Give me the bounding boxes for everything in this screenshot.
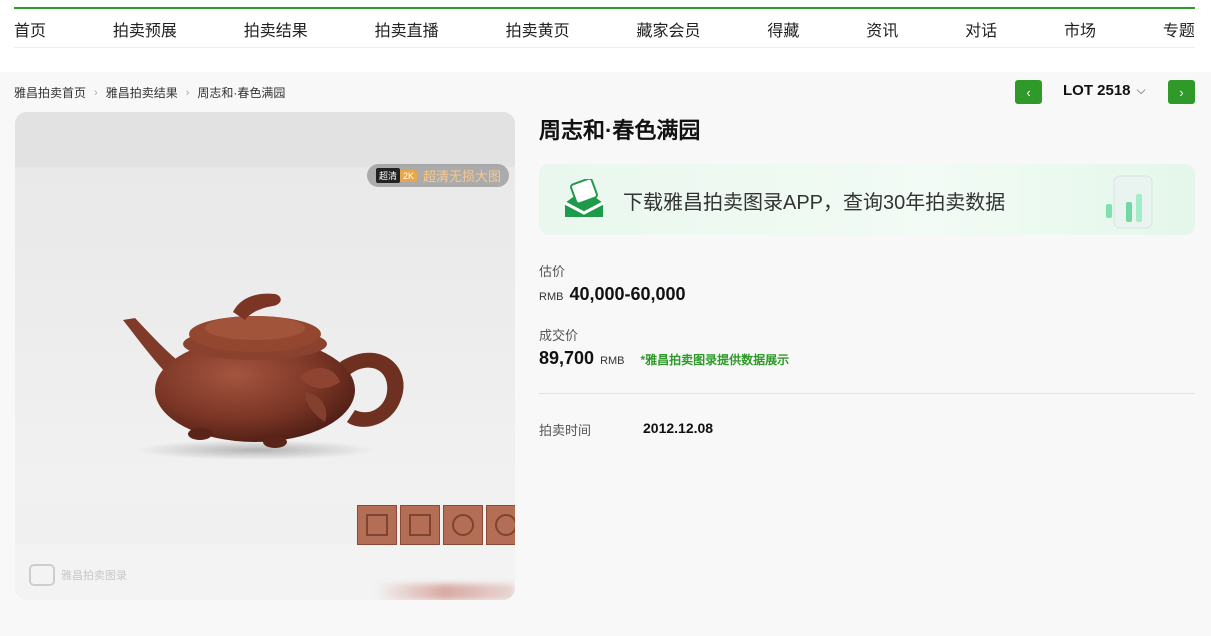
thumbnail-seal-3[interactable] bbox=[443, 505, 483, 545]
watermark: 雅昌拍卖图录 bbox=[29, 564, 127, 586]
nav-item-live[interactable]: 拍卖直播 bbox=[375, 18, 439, 47]
phone-chart-icon bbox=[1106, 175, 1153, 229]
nav-item-results[interactable]: 拍卖结果 bbox=[244, 18, 308, 47]
hd-tag: 超清 bbox=[376, 168, 401, 183]
watermark-logo-icon bbox=[29, 564, 55, 586]
breadcrumb-home[interactable]: 雅昌拍卖首页 bbox=[14, 84, 86, 101]
chevron-right-icon: › bbox=[185, 86, 190, 99]
blurred-thumbnail-strip bbox=[375, 584, 515, 600]
auction-time-value: 2012.12.08 bbox=[643, 420, 714, 436]
estimate-value: RMB 40,000-60,000 bbox=[539, 284, 686, 305]
sold-price-label: 成交价 bbox=[539, 328, 579, 343]
nav-item-dialogue[interactable]: 对话 bbox=[965, 18, 997, 47]
nav-item-home[interactable]: 首页 bbox=[14, 18, 46, 47]
app-banner-text: 下载雅昌拍卖图录APP，查询30年拍卖数据 bbox=[623, 192, 1006, 214]
artron-logo-icon bbox=[564, 179, 604, 217]
estimate-currency: RMB bbox=[539, 291, 564, 303]
nav-item-news[interactable]: 资讯 bbox=[866, 18, 898, 47]
app-download-banner[interactable]: 下载雅昌拍卖图录APP，查询30年拍卖数据 bbox=[539, 164, 1195, 235]
accent-line bbox=[14, 7, 1195, 9]
hd-image-badge[interactable]: 超清 2K 超清无损大图 bbox=[367, 164, 510, 187]
sold-amount: 89,700 bbox=[539, 348, 595, 368]
thumbnail-strip bbox=[357, 505, 515, 545]
teapot-image bbox=[123, 293, 404, 460]
item-image-panel[interactable]: 超清 2K 超清无损大图 雅昌拍卖图录 bbox=[15, 112, 515, 600]
breadcrumb: 雅昌拍卖首页 › 雅昌拍卖结果 › 周志和·春色满园 bbox=[14, 84, 285, 101]
sold-price-value: 89,700 RMB *雅昌拍卖图录提供数据展示 bbox=[539, 348, 789, 369]
breadcrumb-results[interactable]: 雅昌拍卖结果 bbox=[106, 84, 178, 101]
image-backdrop bbox=[15, 112, 515, 167]
nav-item-preview[interactable]: 拍卖预展 bbox=[113, 18, 177, 47]
estimate-amount: 40,000-60,000 bbox=[569, 284, 686, 304]
chevron-right-icon: › bbox=[94, 86, 98, 99]
chevron-down-icon: ⌵ bbox=[1136, 83, 1146, 97]
thumbnail-seal-1[interactable] bbox=[357, 505, 397, 545]
lot-selector[interactable]: LOT 2518 ⌵ bbox=[1063, 82, 1146, 99]
top-navigation: 首页 拍卖预展 拍卖结果 拍卖直播 拍卖黄页 藏家会员 得藏 资讯 对话 市场 … bbox=[0, 0, 1211, 72]
nav-item-topics[interactable]: 专题 bbox=[1163, 18, 1195, 47]
hd-image-label: 超清无损大图 bbox=[423, 169, 502, 184]
sold-currency: RMB bbox=[600, 355, 625, 367]
resolution-tag: 2K bbox=[400, 169, 418, 182]
estimate-label: 估价 bbox=[539, 264, 566, 279]
nav-item-decang[interactable]: 得藏 bbox=[767, 18, 799, 47]
data-source-note: *雅昌拍卖图录提供数据展示 bbox=[640, 353, 790, 367]
next-lot-button[interactable]: › bbox=[1168, 80, 1195, 104]
divider bbox=[539, 393, 1195, 394]
nav-item-membership[interactable]: 藏家会员 bbox=[636, 18, 700, 47]
thumbnail-seal-2[interactable] bbox=[400, 505, 440, 545]
main-nav: 首页 拍卖预展 拍卖结果 拍卖直播 拍卖黄页 藏家会员 得藏 资讯 对话 市场 … bbox=[14, 18, 1195, 48]
watermark-text: 雅昌拍卖图录 bbox=[61, 570, 127, 582]
lot-number: LOT 2518 bbox=[1063, 82, 1131, 99]
nav-item-market[interactable]: 市场 bbox=[1064, 18, 1096, 47]
thumbnail-seal-4[interactable] bbox=[486, 505, 515, 545]
nav-item-directory[interactable]: 拍卖黄页 bbox=[506, 18, 570, 47]
chevron-left-icon: ‹ bbox=[1026, 84, 1031, 100]
page-title: 周志和·春色满园 bbox=[539, 118, 701, 143]
chevron-right-icon: › bbox=[1179, 84, 1184, 100]
prev-lot-button[interactable]: ‹ bbox=[1015, 80, 1042, 104]
auction-time-label: 拍卖时间 bbox=[539, 423, 592, 438]
breadcrumb-current: 周志和·春色满园 bbox=[197, 86, 286, 100]
